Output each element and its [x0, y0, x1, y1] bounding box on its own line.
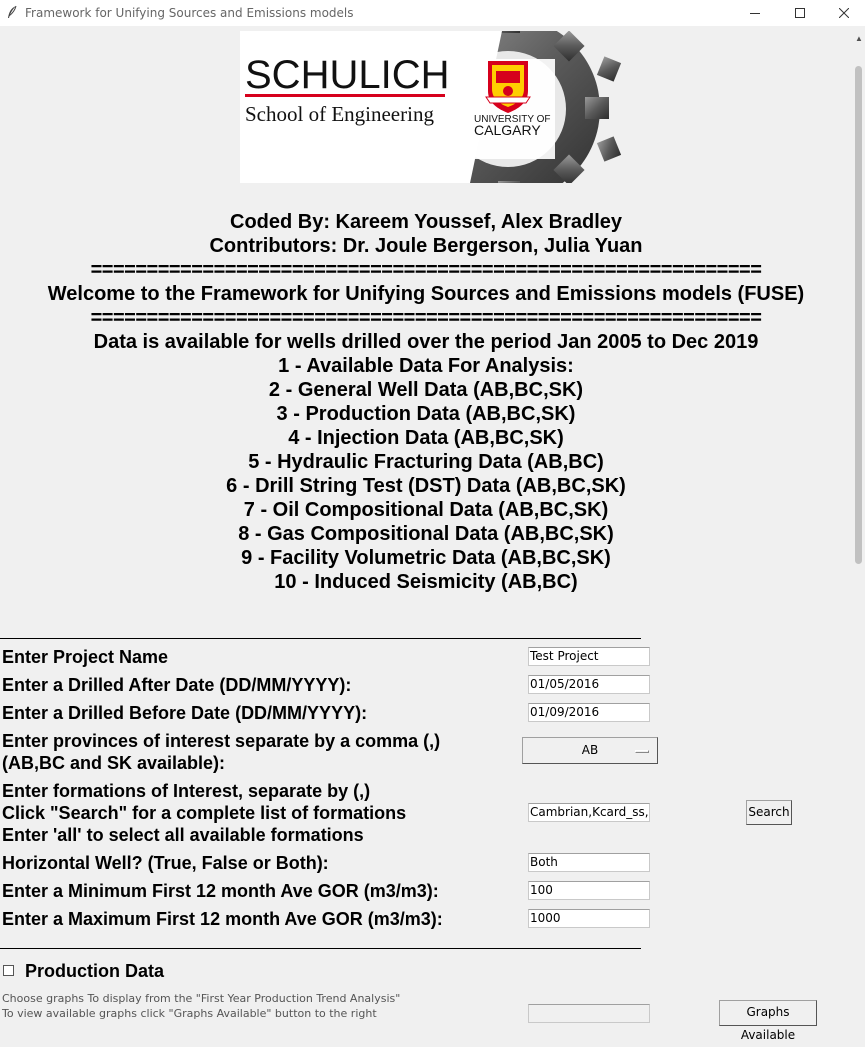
drilled-before-label: Enter a Drilled Before Date (DD/MM/YYYY)… — [2, 703, 368, 723]
schulich-ucalgary-logo: SCHULICH School of Engineering UNIVERSIT… — [240, 9, 630, 201]
formations-label-line2: Click "Search" for a complete list of fo… — [2, 803, 407, 823]
production-hint-line2: To view available graphs click "Graphs A… — [2, 1007, 377, 1020]
max-gor-label: Enter a Maximum First 12 month Ave GOR (… — [2, 909, 443, 929]
formations-label-line3: Enter 'all' to select all available form… — [2, 825, 364, 845]
data-item-5: 5 - Hydraulic Fracturing Data (AB,BC) — [248, 451, 604, 473]
graphs-available-button[interactable]: Graphs Available — [719, 1000, 817, 1042]
data-item-6: 6 - Drill String Test (DST) Data (AB,BC,… — [226, 475, 626, 497]
coded-by: Coded By: Kareem Youssef, Alex Bradley — [230, 211, 622, 233]
welcome-title: Welcome to the Framework for Unifying So… — [47, 283, 805, 305]
data-item-2: 2 - General Well Data (AB,BC,SK) — [268, 379, 584, 401]
provinces-select[interactable]: AB — [522, 737, 658, 764]
data-item-9: 9 - Facility Volumetric Data (AB,BC,SK) — [241, 547, 611, 569]
data-item-1: 1 - Available Data For Analysis: — [278, 355, 574, 377]
data-item-3: 3 - Production Data (AB,BC,SK) — [276, 403, 576, 425]
minimize-button[interactable] — [733, 0, 777, 26]
provinces-label-line1: Enter provinces of interest separate by … — [2, 731, 441, 751]
option-menu-indicator-icon — [635, 750, 649, 753]
separator-top: ========================================… — [90, 259, 762, 281]
window-title: Framework for Unifying Sources and Emiss… — [25, 6, 354, 20]
horizontal-well-input[interactable]: Both — [528, 853, 650, 872]
data-period: Data is available for wells drilled over… — [93, 331, 759, 353]
formations-label-line1: Enter formations of Interest, separate b… — [2, 781, 371, 801]
title-bar: Framework for Unifying Sources and Emiss… — [0, 0, 865, 26]
close-button[interactable] — [822, 0, 865, 26]
provinces-selected-value: AB — [581, 743, 599, 757]
scrollbar-thumb[interactable] — [855, 66, 862, 564]
vertical-scrollbar[interactable]: ▲ — [852, 26, 865, 1024]
data-item-10: 10 - Induced Seismicity (AB,BC) — [274, 571, 578, 593]
min-gor-input[interactable]: 100 — [528, 881, 650, 900]
logo-schulich-text: SCHULICH — [245, 53, 449, 97]
horizontal-well-label: Horizontal Well? (True, False or Both): — [2, 853, 329, 873]
divider-bottom — [0, 948, 641, 949]
drilled-after-input[interactable]: 01/05/2016 — [528, 675, 650, 694]
divider-top — [0, 638, 641, 639]
maximize-button[interactable] — [778, 0, 822, 26]
provinces-label-line2: (AB,BC and SK available): — [2, 753, 226, 773]
max-gor-input[interactable]: 1000 — [528, 909, 650, 928]
drilled-after-label: Enter a Drilled After Date (DD/MM/YYYY): — [2, 675, 352, 695]
contributors: Contributors: Dr. Joule Bergerson, Julia… — [209, 235, 643, 257]
project-name-label: Enter Project Name — [2, 647, 169, 667]
data-item-7: 7 - Oil Compositional Data (AB,BC,SK) — [243, 499, 609, 521]
logo-calgary: CALGARY — [474, 122, 541, 138]
feather-icon — [6, 5, 18, 19]
production-hint-line1: Choose graphs To display from the "First… — [2, 992, 401, 1005]
scroll-up-icon[interactable]: ▲ — [855, 34, 863, 43]
data-item-8: 8 - Gas Compositional Data (AB,BC,SK) — [238, 523, 614, 545]
min-gor-label: Enter a Minimum First 12 month Ave GOR (… — [2, 881, 439, 901]
maximize-icon — [795, 8, 805, 18]
minimize-icon — [750, 13, 760, 14]
intro-text: Coded By: Kareem Youssef, Alex Bradley C… — [0, 210, 852, 594]
production-data-label: Production Data — [25, 961, 165, 981]
formations-input[interactable]: Cambrian,Kcard_ss,Ddu — [528, 803, 650, 822]
data-item-4: 4 - Injection Data (AB,BC,SK) — [288, 427, 564, 449]
drilled-before-input[interactable]: 01/09/2016 — [528, 703, 650, 722]
close-icon — [839, 8, 849, 18]
project-name-input[interactable]: Test Project — [528, 647, 650, 666]
graphs-input[interactable] — [528, 1004, 650, 1023]
search-button[interactable]: Search — [746, 800, 792, 825]
production-data-checkbox[interactable] — [3, 965, 14, 976]
logo-school-text: School of Engineering — [245, 102, 434, 126]
separator-bottom: ========================================… — [90, 307, 762, 329]
